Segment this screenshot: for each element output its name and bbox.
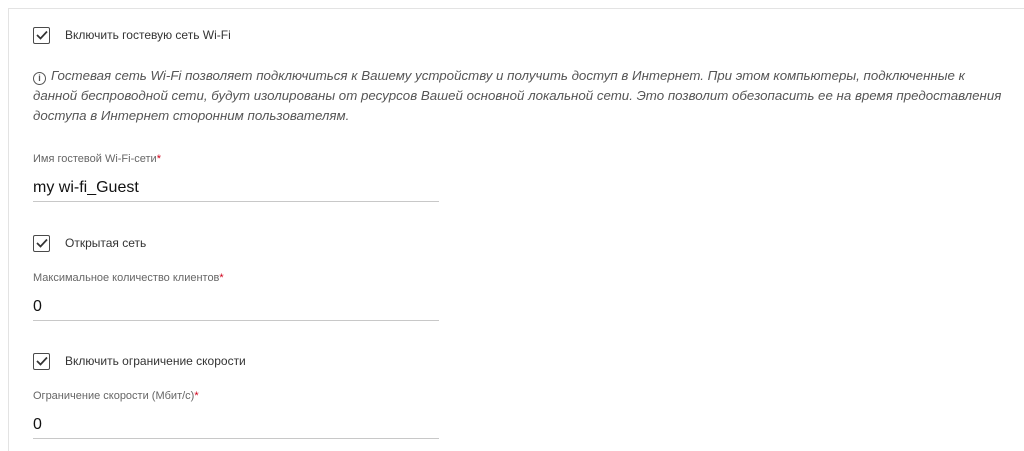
speed-limit-toggle-row[interactable]: Включить ограничение скорости [33, 351, 246, 371]
ssid-input[interactable] [33, 174, 439, 202]
required-mark: * [156, 153, 161, 165]
ssid-label: Имя гостевой Wi-Fi-сети* [33, 153, 161, 165]
speed-limit-toggle-label: Включить ограничение скорости [65, 354, 246, 368]
info-icon: i [33, 72, 46, 85]
open-network-label: Открытая сеть [65, 236, 147, 250]
check-icon [35, 356, 48, 366]
max-clients-label: Максимальное количество клиентов* [33, 272, 224, 284]
max-clients-field: Максимальное количество клиентов* [33, 271, 439, 321]
speed-limit-checkbox[interactable] [33, 352, 50, 370]
enable-guest-wifi-row[interactable]: Включить гостевую сеть Wi-Fi [33, 25, 231, 45]
check-icon [35, 238, 48, 248]
guest-wifi-info: i Гостевая сеть Wi-Fi позволяет подключит… [33, 66, 1008, 126]
open-network-row[interactable]: Открытая сеть [33, 233, 146, 253]
guest-wifi-info-text: Гостевая сеть Wi-Fi позволяет подключить… [33, 68, 1002, 123]
check-icon [35, 30, 48, 40]
enable-guest-wifi-checkbox[interactable] [33, 26, 50, 44]
open-network-checkbox[interactable] [33, 234, 50, 252]
required-mark: * [194, 390, 199, 402]
speed-limit-input[interactable] [33, 411, 439, 439]
max-clients-input[interactable] [33, 293, 439, 321]
ssid-field: Имя гостевой Wi-Fi-сети* [33, 152, 439, 202]
required-mark: * [219, 272, 224, 284]
speed-limit-label: Ограничение скорости (Мбит/с)* [33, 390, 199, 402]
speed-limit-field: Ограничение скорости (Мбит/с)* [33, 389, 439, 439]
enable-guest-wifi-label: Включить гостевую сеть Wi-Fi [65, 28, 231, 42]
